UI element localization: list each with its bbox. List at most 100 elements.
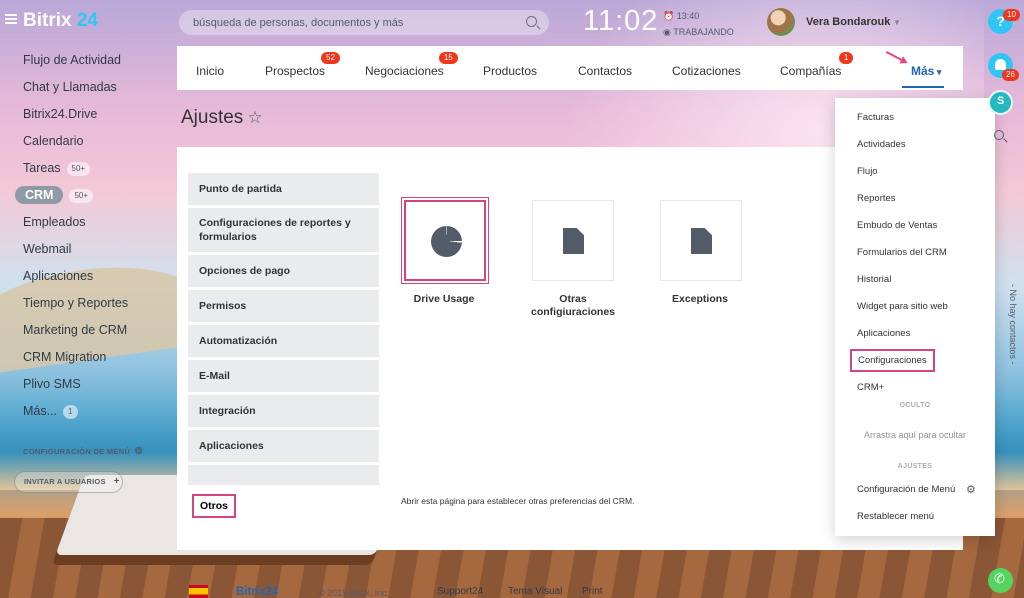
tab-badge: 15 [438,52,458,64]
dropdown-item[interactable]: Widget para sitio web [857,301,948,312]
tab-0[interactable]: Inicio [196,64,224,78]
chevron-down-icon: ▾ [934,67,942,77]
search-bar[interactable] [179,10,549,35]
no-contacts-label: - No hay contactos - [1008,284,1018,365]
page-title: Ajustes ☆ [181,107,263,128]
plus-icon: + [113,476,120,487]
star-icon[interactable]: ☆ [247,108,262,127]
sidebar-item-label: Empleados [23,215,86,229]
footer-link-support[interactable]: Support24 [437,586,483,597]
sidebar-item[interactable]: Webmail [0,239,177,266]
tab-label: Más [911,64,935,78]
settings-tab[interactable]: Permisos [188,290,379,322]
sidebar-item-label: Tiempo y Reportes [23,296,129,310]
bitrix-logo[interactable]: Bitrix 24 [23,10,98,32]
drop-zone-hint[interactable]: Arrastra aquí para ocultar [835,430,995,440]
tab-6[interactable]: Compañías 1 [780,52,854,78]
help-badge: 10 [1003,9,1020,21]
sidebar-item[interactable]: Plivo SMS [0,374,177,401]
user-name[interactable]: Vera Bondarouk [806,16,890,28]
tile-drive-usage-label[interactable]: Drive Usage [389,293,499,306]
search-input[interactable] [179,10,509,35]
sidebar-item[interactable]: Calendario [0,131,177,158]
sidebar-item[interactable]: Flujo de Actividad [0,50,177,77]
invite-users-button[interactable]: INVITAR A USUARIOS + [14,471,123,493]
language-flag-icon[interactable] [189,585,208,598]
dropdown-item[interactable]: Aplicaciones [857,328,910,339]
sidebar-item[interactable]: Marketing de CRM [0,320,177,347]
sidebar-item[interactable]: Empleados [0,212,177,239]
settings-tab[interactable]: Punto de partida [188,173,379,205]
avatar[interactable] [767,8,795,36]
left-menu: Flujo de Actividad Chat y Llamadas Bitrix2… [0,50,177,428]
dropdown-item[interactable]: Actividades [857,139,906,150]
dropdown-item[interactable]: CRM+ [857,382,884,393]
dropdown-item[interactable]: Configuraciones [850,349,935,372]
search-icon[interactable] [526,16,537,27]
sidebar-item-label: CRM [15,186,64,204]
dropdown-item[interactable]: Historial [857,274,891,285]
sidebar-item[interactable]: CRM Migration [0,347,177,374]
alarm-icon: ⏰ [663,11,675,21]
sidebar-item[interactable]: Bitrix24.Drive [0,104,177,131]
open-channels-button[interactable] [988,90,1013,115]
work-status[interactable]: ⏰ 13:40 ◉ TRABAJANDO [663,8,734,40]
dropdown-item[interactable]: Flujo [857,166,878,177]
sidebar-item[interactable]: Aplicaciones [0,266,177,293]
sidebar-item-label: Chat y Llamadas [23,80,117,94]
gear-icon[interactable]: ⚙ [966,483,976,496]
tab-5[interactable]: Cotizaciones [672,64,741,78]
sidebar-item-label: Marketing de CRM [23,323,128,337]
sidebar-item[interactable]: CRM 50+ [0,185,177,212]
tab-label: Productos [483,64,538,78]
sidebar-item-label: Flujo de Actividad [23,53,121,67]
search-icon[interactable] [994,130,1004,140]
tab-4[interactable]: Contactos [578,64,632,78]
stop-icon: ◉ [663,27,671,37]
tile-exceptions[interactable] [660,200,742,281]
sidebar-item-count: 50+ [66,161,91,176]
tab-7[interactable]: Más ▾ [902,64,944,88]
sidebar-item[interactable]: Tareas 50+ [0,158,177,185]
tab-badge: 52 [321,52,341,64]
settings-tab[interactable]: Aplicaciones [188,430,379,462]
menu-config-link[interactable]: CONFIGURACIÓN DE MENÚ ⚙ [23,446,143,457]
chevron-down-icon[interactable]: ▼ [893,18,901,27]
tile-otras-configuraciones-label[interactable]: Otras configiuraciones [517,293,629,319]
footer-link-print[interactable]: Print [582,586,603,597]
sidebar-item-label: Tareas [23,161,61,175]
settings-tab-spacer [188,465,379,485]
reset-menu-item[interactable]: Restablecer menú [857,511,934,522]
sidebar-item[interactable]: Más... 1 [0,401,177,428]
tab-3[interactable]: Productos [483,64,537,78]
menu-config-item[interactable]: Configuración de Menú [857,484,955,495]
gear-icon[interactable]: ⚙ [134,446,143,457]
tab-label: Cotizaciones [672,64,741,78]
tab-1[interactable]: Prospectos 52 [265,52,341,78]
tab-otros[interactable]: Otros [192,494,237,518]
tile-exceptions-label[interactable]: Exceptions [645,293,755,306]
dropdown-item[interactable]: Reportes [857,193,896,204]
dropdown-item[interactable]: Embudo de Ventas [857,220,937,231]
sidebar-item[interactable]: Tiempo y Reportes [0,293,177,320]
phone-button[interactable] [988,568,1013,593]
footer-link-theme[interactable]: Tema Visual [508,586,562,597]
sidebar-item-count: 1 [63,404,78,419]
tab-label: Inicio [196,64,225,78]
tab-2[interactable]: Negociaciones 15 [365,52,458,78]
footer-logo: Bitrix24 [236,586,279,598]
sidebar-item[interactable]: Chat y Llamadas [0,77,177,104]
dropdown-item[interactable]: Formularios del CRM [857,247,947,258]
tile-drive-usage[interactable] [401,197,489,284]
settings-tab[interactable]: Automatización [188,325,379,357]
tile-otras-configuraciones[interactable] [532,200,614,281]
document-icon [563,228,584,254]
settings-tab[interactable]: E-Mail [188,360,379,392]
settings-tab[interactable]: Integración [188,395,379,427]
crm-top-nav: Inicio Prospectos 52 Negociaciones 15 Product… [177,46,963,90]
dropdown-item[interactable]: Facturas [857,112,894,123]
hamburger-menu-icon[interactable] [5,14,17,24]
section-settings: AJUSTES [835,463,995,470]
settings-tab[interactable]: Opciones de pago [188,255,379,287]
settings-tab[interactable]: Configuraciones de reportes y formulario… [188,208,379,252]
